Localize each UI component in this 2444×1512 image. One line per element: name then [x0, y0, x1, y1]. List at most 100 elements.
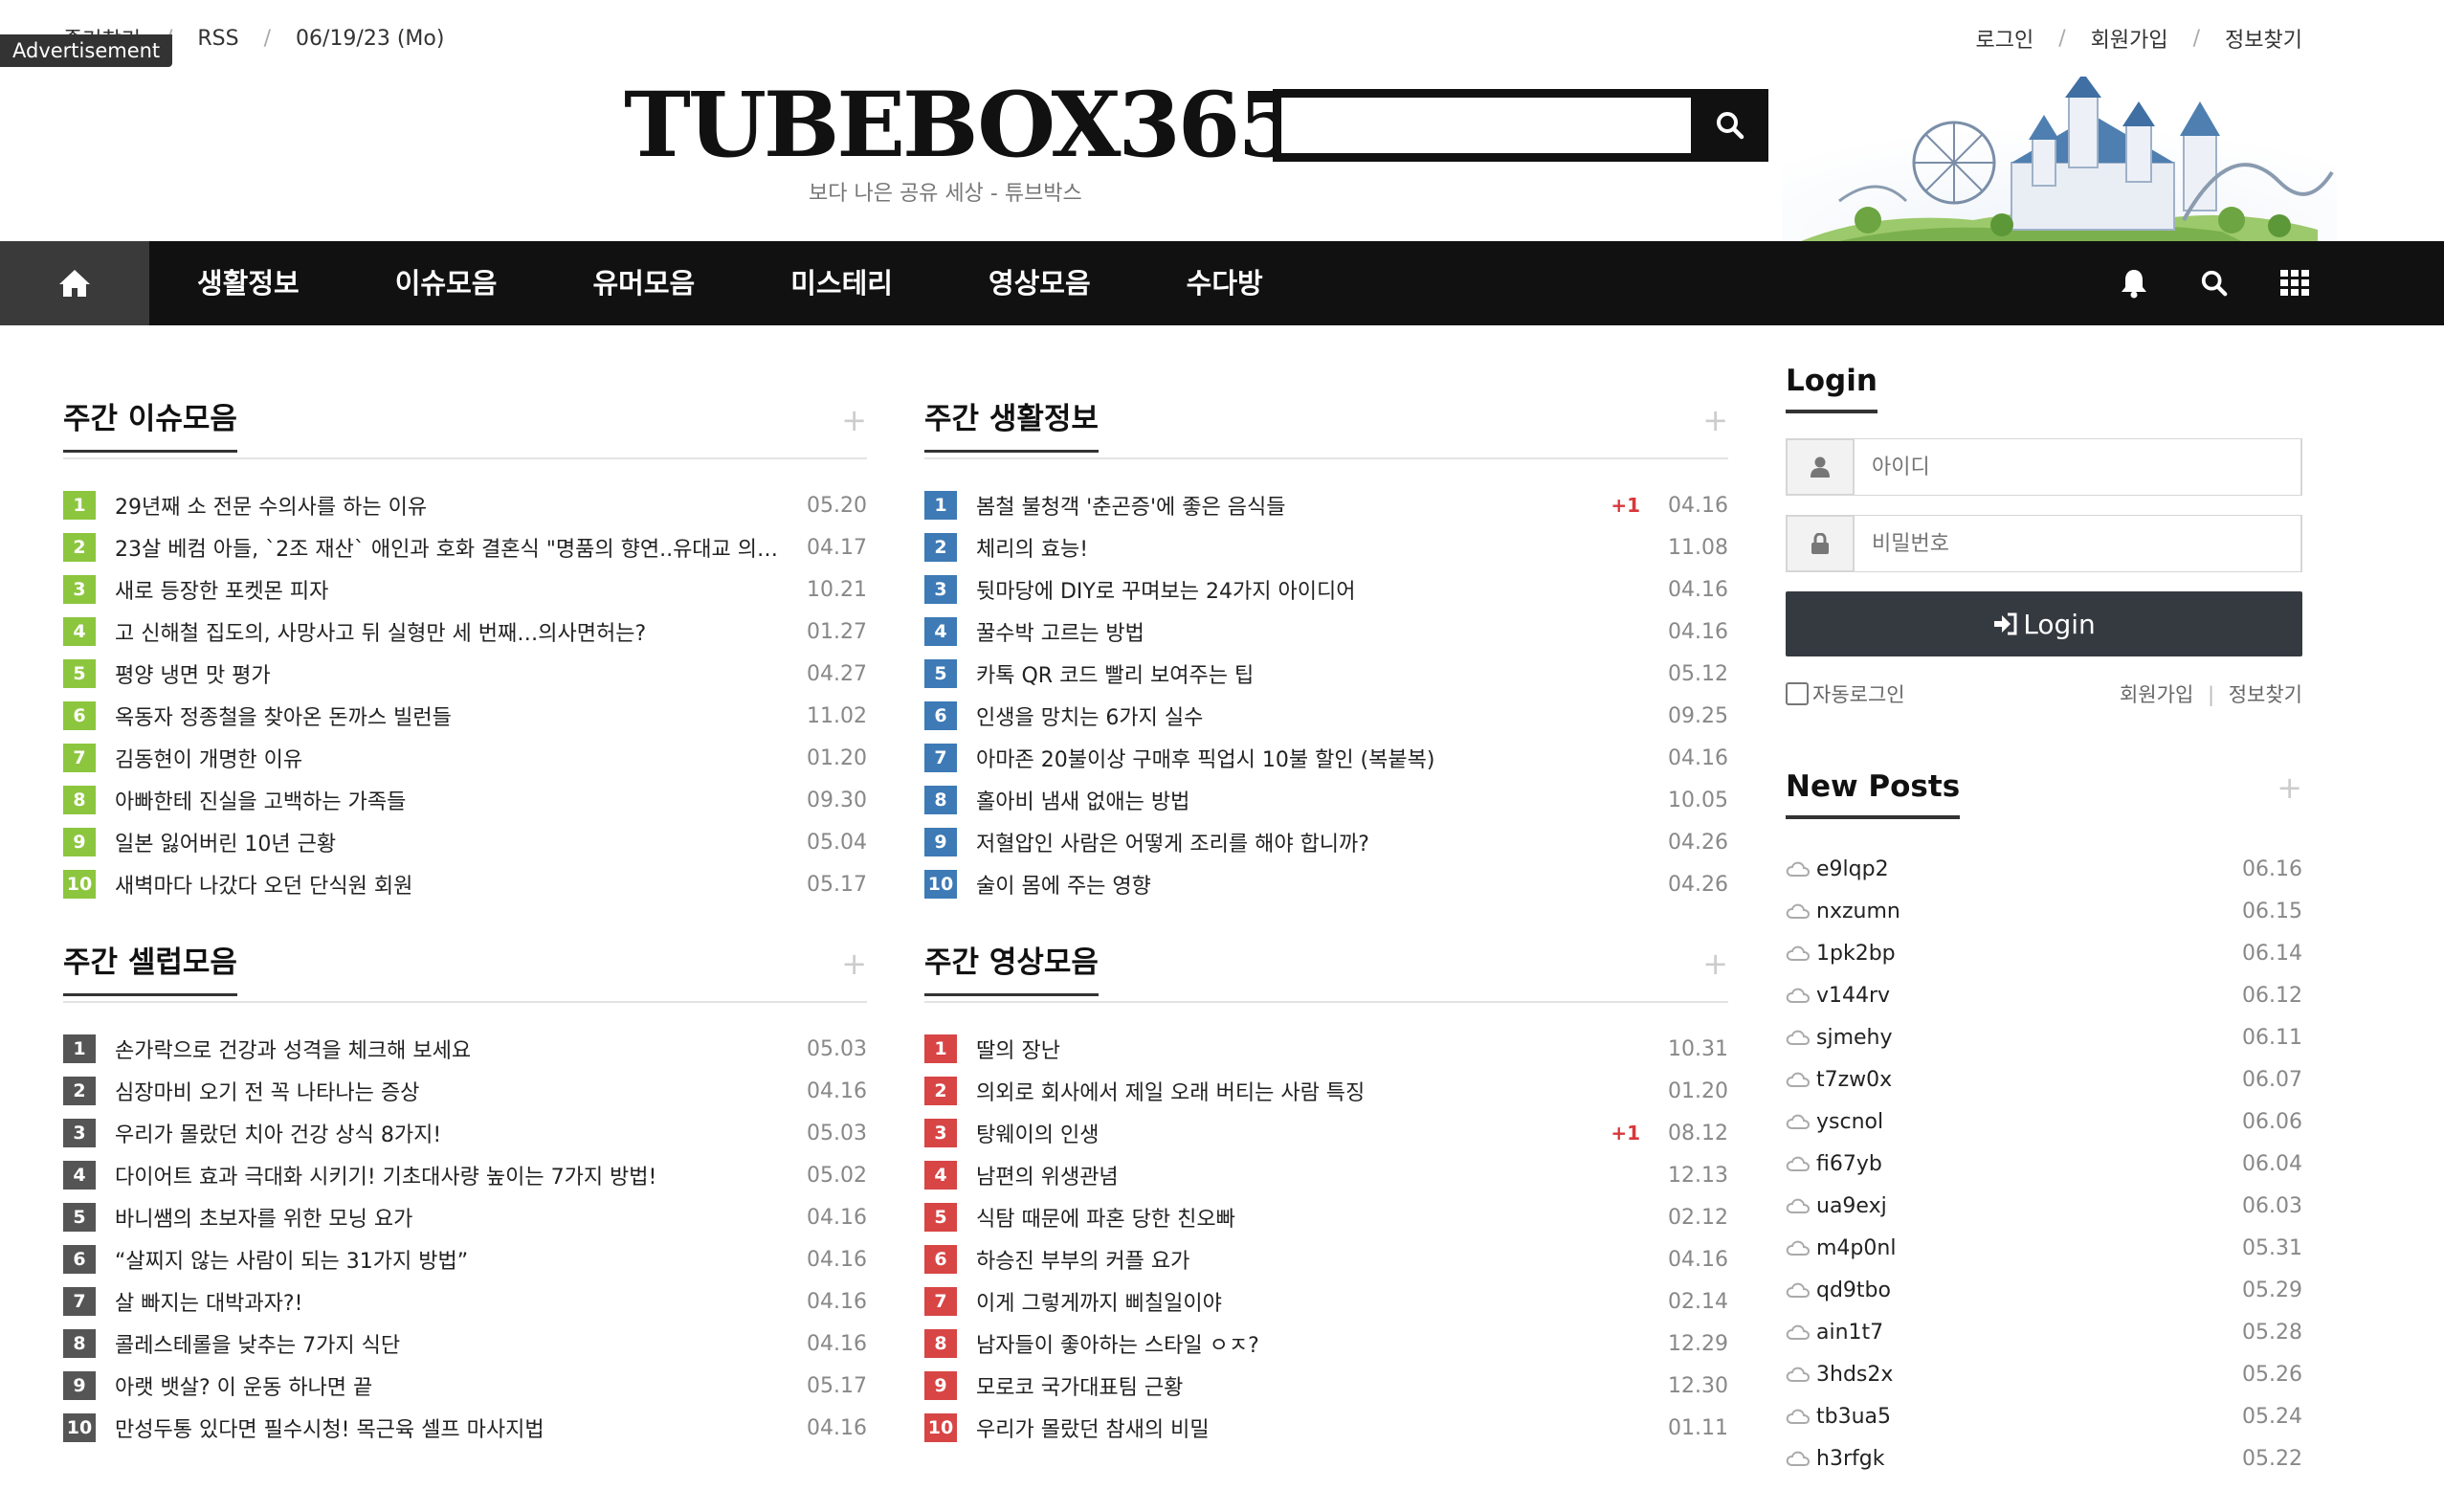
home-button[interactable]	[0, 241, 149, 325]
list-item[interactable]: 4 남편의 위생관념 12.13	[924, 1154, 1728, 1196]
post-title-link[interactable]: 새로 등장한 포켓몬 피자	[115, 574, 789, 605]
section-title[interactable]: 주간 이슈모음	[63, 400, 237, 453]
new-post-author[interactable]: 1pk2bp	[1816, 942, 2242, 966]
new-post-author[interactable]: m4p0nl	[1816, 1236, 2242, 1260]
section-more-button[interactable]: +	[1702, 402, 1728, 438]
post-title-link[interactable]: 아빠한테 진실을 고백하는 가족들	[115, 785, 789, 815]
post-title-link[interactable]: 봄철 불청객 '춘곤증'에 좋은 음식들	[976, 490, 1601, 521]
post-title-link[interactable]: 고 신해철 집도의, 사망사고 뒤 실형만 세 번째…의사면허는?	[115, 616, 789, 647]
list-item[interactable]: 2 23살 베컴 아들, `2조 재산` 애인과 호화 결혼식 "명품의 향연..…	[63, 526, 867, 568]
list-item[interactable]: 2 심장마비 오기 전 꼭 나타나는 증상 04.16	[63, 1070, 867, 1112]
post-title-link[interactable]: 술이 몸에 주는 영향	[976, 869, 1650, 900]
list-item[interactable]: 1 딸의 장난 10.31	[924, 1028, 1728, 1070]
post-title-link[interactable]: 손가락으로 건강과 성격을 체크해 보세요	[115, 1034, 789, 1064]
post-title-link[interactable]: 김동현이 개명한 이유	[115, 743, 789, 773]
post-title-link[interactable]: 인생을 망치는 6가지 실수	[976, 700, 1650, 731]
list-item[interactable]: 9 아랫 뱃살? 이 운동 하나면 끝 05.17	[63, 1365, 867, 1407]
section-more-button[interactable]: +	[841, 402, 867, 438]
rss-link[interactable]: RSS	[197, 27, 238, 51]
post-title-link[interactable]: 하승진 부부의 커플 요가	[976, 1244, 1650, 1275]
post-title-link[interactable]: 이게 그렇게까지 삐칠일이야	[976, 1286, 1650, 1317]
list-item[interactable]: 5 카톡 QR 코드 빨리 보여주는 팁 05.12	[924, 653, 1728, 695]
post-title-link[interactable]: 우리가 몰랐던 참새의 비밀	[976, 1412, 1650, 1443]
sidebar-find-link[interactable]: 정보찾기	[2229, 683, 2302, 706]
list-item[interactable]: 5 바니쌤의 초보자를 위한 모닝 요가 04.16	[63, 1196, 867, 1238]
post-title-link[interactable]: 바니쌤의 초보자를 위한 모닝 요가	[115, 1202, 789, 1233]
nav-search-button[interactable]	[2174, 241, 2255, 325]
new-post-author[interactable]: v144rv	[1816, 984, 2242, 1008]
find-info-link[interactable]: 정보찾기	[2225, 23, 2302, 54]
section-title[interactable]: 주간 셀럽모음	[63, 944, 237, 996]
signup-link[interactable]: 회원가입	[2091, 23, 2168, 54]
new-post-author[interactable]: nxzumn	[1816, 900, 2242, 923]
list-item[interactable]: 3 탕웨이의 인생 +1 08.12	[924, 1112, 1728, 1154]
new-post-author[interactable]: 3hds2x	[1816, 1363, 2242, 1387]
nav-item-mystery[interactable]: 미스테리	[743, 241, 941, 325]
post-title-link[interactable]: 뒷마당에 DIY로 꾸며보는 24가지 아이디어	[976, 574, 1650, 605]
list-item[interactable]: 9 일본 잃어버린 10년 근황 05.04	[63, 821, 867, 863]
post-title-link[interactable]: 아랫 뱃살? 이 운동 하나면 끝	[115, 1370, 789, 1401]
list-item[interactable]: 10 새벽마다 나갔다 오던 단식원 회원 05.17	[63, 863, 867, 905]
list-item[interactable]: 2 체리의 효능! 11.08	[924, 526, 1728, 568]
auto-login-checkbox[interactable]: 자동로그인	[1786, 679, 1905, 708]
list-item[interactable]: 4 다이어트 효과 극대화 시키기! 기초대사량 높이는 7가지 방법! 05.02	[63, 1154, 867, 1196]
new-post-author[interactable]: qd9tbo	[1816, 1279, 2242, 1302]
id-input[interactable]	[1855, 439, 2300, 495]
post-title-link[interactable]: “살찌지 않는 사람이 되는 31가지 방법”	[115, 1244, 789, 1275]
post-title-link[interactable]: 남자들이 좋아하는 스타일 ㅇㅈ?	[976, 1328, 1650, 1359]
new-post-author[interactable]: ua9exj	[1816, 1194, 2242, 1218]
new-post-item[interactable]: 3hds2x 05.26	[1786, 1353, 2302, 1395]
new-post-item[interactable]: sjmehy 06.11	[1786, 1016, 2302, 1058]
post-title-link[interactable]: 우리가 몰랐던 치아 건강 상식 8가지!	[115, 1118, 789, 1148]
list-item[interactable]: 6 “살찌지 않는 사람이 되는 31가지 방법” 04.16	[63, 1238, 867, 1280]
post-title-link[interactable]: 다이어트 효과 극대화 시키기! 기초대사량 높이는 7가지 방법!	[115, 1160, 789, 1190]
list-item[interactable]: 4 꿀수박 고르는 방법 04.16	[924, 611, 1728, 653]
list-item[interactable]: 10 만성두통 있다면 필수시청! 목근육 셀프 마사지법 04.16	[63, 1407, 867, 1449]
nav-item-chat[interactable]: 수다방	[1139, 241, 1311, 325]
new-post-item[interactable]: yscnol 06.06	[1786, 1101, 2302, 1143]
section-title[interactable]: 주간 영상모음	[924, 944, 1099, 996]
list-item[interactable]: 1 봄철 불청객 '춘곤증'에 좋은 음식들 +1 04.16	[924, 484, 1728, 526]
list-item[interactable]: 6 옥동자 정종철을 찾아온 돈까스 빌런들 11.02	[63, 695, 867, 737]
list-item[interactable]: 2 의외로 회사에서 제일 오래 버티는 사람 특징 01.20	[924, 1070, 1728, 1112]
list-item[interactable]: 3 새로 등장한 포켓몬 피자 10.21	[63, 568, 867, 611]
login-link[interactable]: 로그인	[1975, 23, 2033, 54]
post-title-link[interactable]: 식탐 때문에 파혼 당한 친오빠	[976, 1202, 1650, 1233]
list-item[interactable]: 5 식탐 때문에 파혼 당한 친오빠 02.12	[924, 1196, 1728, 1238]
post-title-link[interactable]: 탕웨이의 인생	[976, 1118, 1601, 1148]
checkbox-box[interactable]	[1786, 682, 1809, 705]
post-title-link[interactable]: 만성두통 있다면 필수시청! 목근육 셀프 마사지법	[115, 1412, 789, 1443]
list-item[interactable]: 7 아마존 20불이상 구매후 픽업시 10불 할인 (복붙복) 04.16	[924, 737, 1728, 779]
list-item[interactable]: 10 술이 몸에 주는 영향 04.26	[924, 863, 1728, 905]
new-post-item[interactable]: qd9tbo 05.29	[1786, 1269, 2302, 1311]
nav-item-issues[interactable]: 이슈모음	[347, 241, 545, 325]
post-title-link[interactable]: 새벽마다 나갔다 오던 단식원 회원	[115, 869, 789, 900]
sidebar-signup-link[interactable]: 회원가입	[2120, 683, 2193, 706]
list-item[interactable]: 8 홀아비 냄새 없애는 방법 10.05	[924, 779, 1728, 821]
post-title-link[interactable]: 아마존 20불이상 구매후 픽업시 10불 할인 (복붙복)	[976, 743, 1650, 773]
post-title-link[interactable]: 23살 베컴 아들, `2조 재산` 애인과 호화 결혼식 "명품의 향연..유…	[115, 532, 789, 563]
post-title-link[interactable]: 살 빠지는 대박과자?!	[115, 1286, 789, 1317]
menu-grid-button[interactable]	[2255, 241, 2335, 325]
post-title-link[interactable]: 의외로 회사에서 제일 오래 버티는 사람 특징	[976, 1076, 1650, 1106]
section-more-button[interactable]: +	[1702, 945, 1728, 982]
post-title-link[interactable]: 딸의 장난	[976, 1034, 1650, 1064]
list-item[interactable]: 10 우리가 몰랐던 참새의 비밀 01.11	[924, 1407, 1728, 1449]
login-button[interactable]: Login	[1786, 591, 2302, 656]
nav-item-videos[interactable]: 영상모음	[941, 241, 1139, 325]
list-item[interactable]: 9 모로코 국가대표팀 근황 12.30	[924, 1365, 1728, 1407]
new-post-item[interactable]: m4p0nl 05.31	[1786, 1227, 2302, 1269]
new-post-item[interactable]: fi67yb 06.04	[1786, 1143, 2302, 1185]
post-title-link[interactable]: 남편의 위생관념	[976, 1160, 1650, 1190]
post-title-link[interactable]: 모로코 국가대표팀 근황	[976, 1370, 1650, 1401]
new-post-author[interactable]: sjmehy	[1816, 1026, 2242, 1050]
new-posts-title[interactable]: New Posts	[1786, 767, 1961, 819]
post-title-link[interactable]: 일본 잃어버린 10년 근황	[115, 827, 789, 857]
post-title-link[interactable]: 평양 냉면 맛 평가	[115, 658, 789, 689]
nav-item-life-info[interactable]: 생활정보	[149, 241, 347, 325]
post-title-link[interactable]: 저혈압인 사람은 어떻게 조리를 해야 합니까?	[976, 827, 1650, 857]
post-title-link[interactable]: 카톡 QR 코드 빨리 보여주는 팁	[976, 658, 1650, 689]
new-post-item[interactable]: h3rfgk 05.22	[1786, 1437, 2302, 1479]
new-post-author[interactable]: h3rfgk	[1816, 1447, 2242, 1471]
post-title-link[interactable]: 콜레스테롤을 낮추는 7가지 식단	[115, 1328, 789, 1359]
